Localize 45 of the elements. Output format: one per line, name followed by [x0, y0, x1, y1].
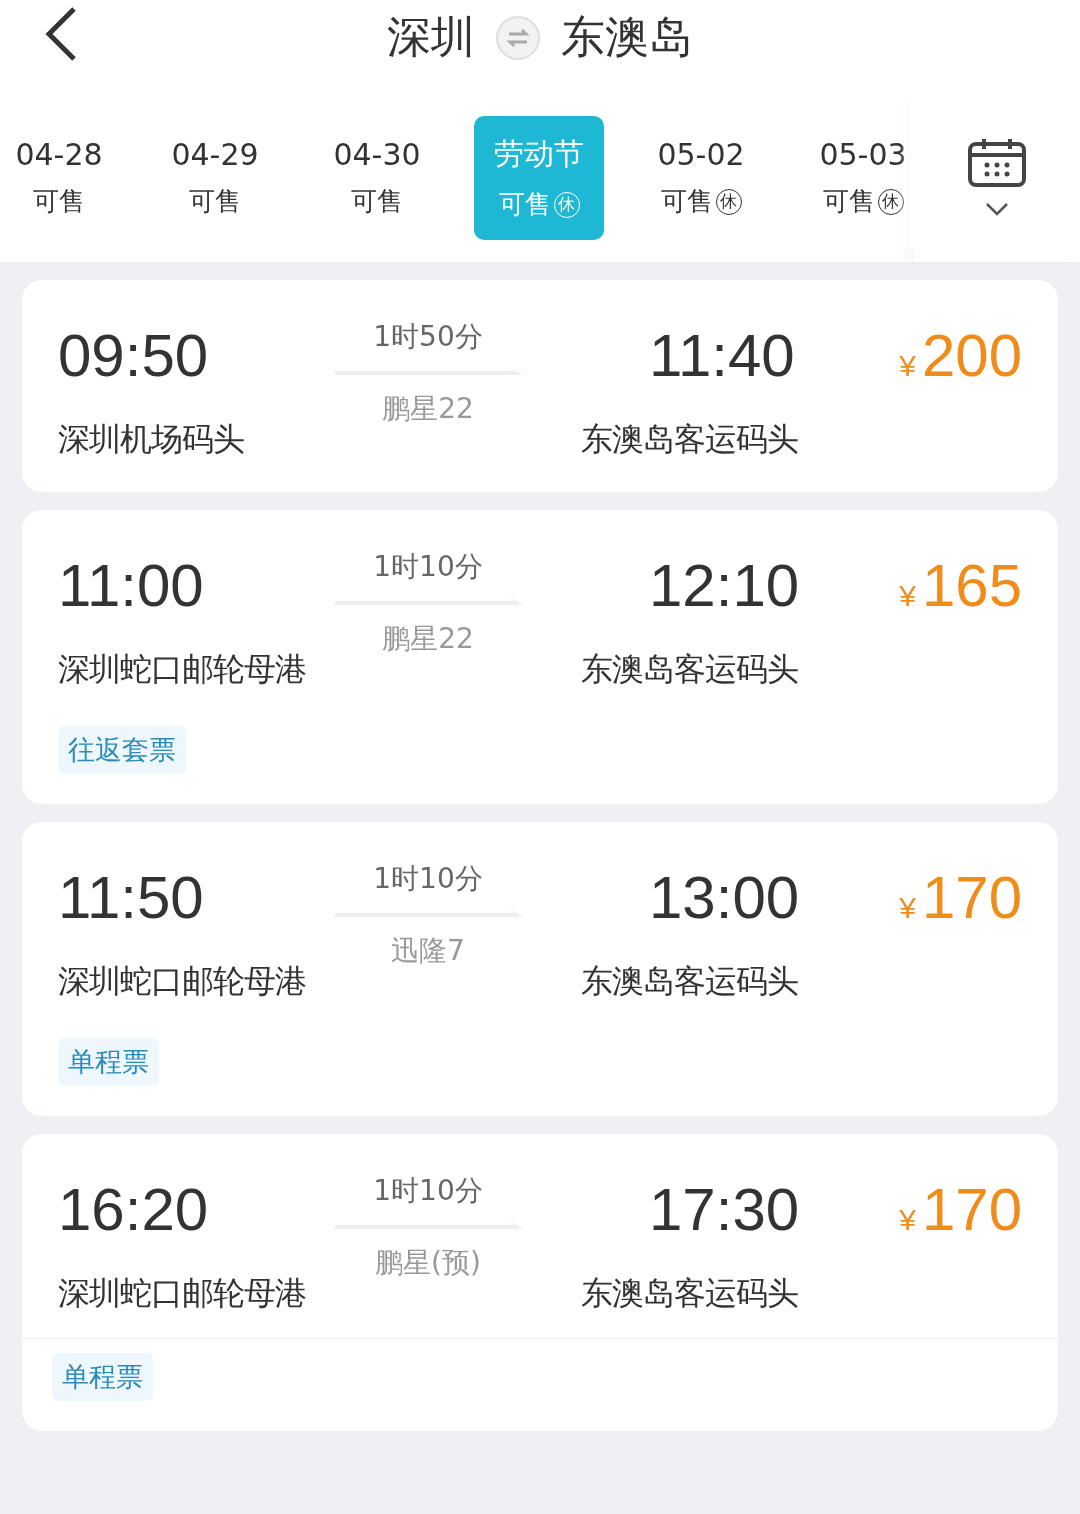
arrival-port: 东澳岛客运码头 — [581, 419, 798, 460]
calendar-icon[interactable] — [967, 138, 1027, 188]
vessel-name: 鹏星22 — [382, 621, 474, 657]
departure-port: 深圳蛇口邮轮母港 — [58, 961, 306, 1002]
date-tab[interactable]: 04-29 可售 — [150, 116, 280, 240]
vessel-name: 鹏星22 — [382, 391, 474, 427]
vessel-name: 迅隆7 — [391, 933, 465, 969]
ticket-tag: 单程票 — [52, 1353, 153, 1401]
departure-port: 深圳蛇口邮轮母港 — [58, 649, 306, 690]
trip-card[interactable]: 09:50 深圳机场码头 1时50分 鹏星22 11:40 东澳岛客运码头 ¥200 — [22, 280, 1058, 492]
vessel-name: 鹏星(预) — [375, 1245, 481, 1281]
date-tab[interactable]: 05-03 可售 休 — [798, 116, 914, 240]
arrival-port: 东澳岛客运码头 — [581, 1273, 798, 1314]
departure-time: 11:00 — [58, 556, 204, 616]
destination-city: 东澳岛 — [561, 10, 693, 64]
trip-card[interactable]: 11:50 深圳蛇口邮轮母港 1时10分 迅隆7 13:00 东澳岛客运码头 ¥170 单程票 — [22, 822, 1058, 1116]
back-icon[interactable] — [44, 6, 78, 62]
origin-city: 深圳 — [387, 10, 475, 64]
trip-card[interactable]: 16:20 深圳蛇口邮轮母港 1时10分 鹏星(预) 17:30 东澳岛客运码头 ¥170 单程票 — [22, 1134, 1058, 1431]
date-tab[interactable]: 04-28 可售 — [0, 116, 118, 240]
duration: 1时10分 — [373, 549, 483, 585]
trip-card[interactable]: 11:00 深圳蛇口邮轮母港 1时10分 鹏星22 12:10 东澳岛客运码头 ¥165 往返套票 — [22, 510, 1058, 804]
price: ¥165 — [899, 556, 1022, 616]
departure-time: 09:50 — [58, 326, 209, 386]
ticket-tag: 单程票 — [58, 1038, 159, 1086]
departure-port: 深圳机场码头 — [58, 419, 244, 460]
date-tab[interactable]: 05-02 可售 休 — [636, 116, 766, 240]
departure-port: 深圳蛇口邮轮母港 — [58, 1273, 306, 1314]
departure-time: 16:20 — [58, 1180, 209, 1240]
price: ¥170 — [899, 868, 1022, 928]
arrival-port: 东澳岛客运码头 — [581, 961, 798, 1002]
price: ¥170 — [899, 1180, 1022, 1240]
date-tab[interactable]: 04-30 可售 — [312, 116, 442, 240]
chevron-down-icon[interactable] — [985, 202, 1009, 216]
duration: 1时50分 — [373, 319, 483, 355]
price: ¥200 — [899, 326, 1022, 386]
duration: 1时10分 — [373, 861, 483, 897]
ticket-tag: 往返套票 — [58, 726, 186, 774]
duration: 1时10分 — [373, 1173, 483, 1209]
arrival-time: 11:40 — [649, 326, 795, 386]
arrival-port: 东澳岛客运码头 — [581, 649, 798, 690]
arrival-time: 17:30 — [649, 1180, 800, 1240]
departure-time: 11:50 — [58, 868, 204, 928]
arrival-time: 13:00 — [649, 868, 800, 928]
arrival-time: 12:10 — [649, 556, 800, 616]
